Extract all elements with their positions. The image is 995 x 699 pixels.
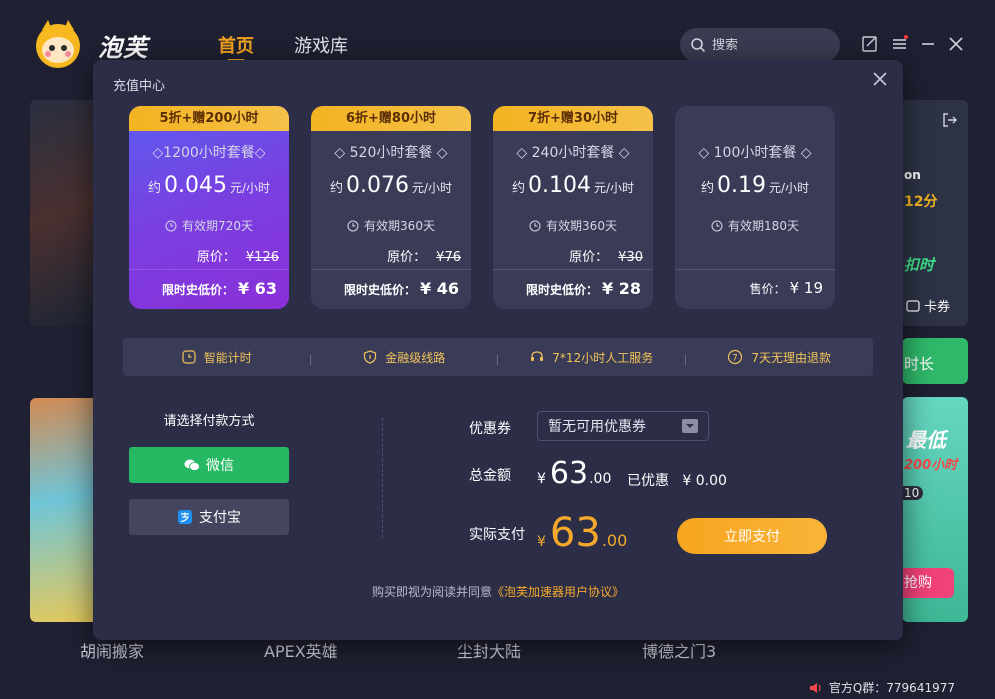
chevron-down-icon xyxy=(682,419,698,433)
game-title[interactable]: APEX英雄 xyxy=(264,638,338,662)
coupon-select[interactable]: 暂无可用优惠券 xyxy=(537,411,709,441)
divider xyxy=(311,269,471,270)
timer-icon xyxy=(182,350,196,364)
shield-icon xyxy=(364,350,377,364)
close-window-icon[interactable] xyxy=(946,34,966,54)
modal-title: 充值中心 xyxy=(113,79,166,94)
actual-pay-amount: ¥63.00 xyxy=(537,510,628,556)
logo-icon xyxy=(36,20,80,68)
package-badge: 5折+赠200小时 xyxy=(129,106,289,131)
package-card-520h[interactable]: 6折+赠80小时 ◇ 520小时套餐 ◇ 约 0.076 元/小时 有效期360天 … xyxy=(311,106,471,309)
clock-icon xyxy=(347,220,359,231)
features-bar: 智能计时 金融级线路 7*12小时人工服务 7 7天无理由退款 xyxy=(123,338,873,376)
coupon-icon xyxy=(906,299,920,312)
game-title[interactable]: 胡闹搬家 xyxy=(80,638,144,662)
game-title[interactable]: 博德之门3 xyxy=(642,638,716,662)
package-card-100h[interactable]: ◇ 100小时套餐 ◇ 约 0.19 元/小时 有效期180天 售价： ¥ 19 xyxy=(675,106,835,309)
clock-icon xyxy=(711,220,723,231)
package-card-1200h[interactable]: 5折+赠200小时 ◇1200小时套餐◇ 约 0.045 元/小时 有效期720天 … xyxy=(129,106,289,309)
sale-price: 限时史低价： ¥ 28 xyxy=(526,279,641,298)
package-name: ◇ 240小时套餐 ◇ xyxy=(516,145,630,161)
game-card-tile[interactable] xyxy=(30,398,100,622)
clock-icon xyxy=(165,220,177,231)
search-input[interactable] xyxy=(712,37,822,53)
app-name: 泡芙 xyxy=(98,34,148,62)
package-rate: 约 0.19 元/小时 xyxy=(700,173,810,198)
package-rate: 约 0.045 元/小时 xyxy=(147,173,271,198)
package-badge: 7折+赠30小时 xyxy=(493,106,653,131)
package-validity: 有效期720天 xyxy=(129,217,289,234)
total-amount: ¥63.00 xyxy=(537,456,612,491)
promo-buy-button[interactable]: 抢购 xyxy=(902,568,954,598)
divider xyxy=(382,418,383,538)
original-price: 原价： ¥30 xyxy=(569,250,643,265)
actual-pay-label: 实际支付 xyxy=(469,527,525,543)
feature-refund: 7 7天无理由退款 xyxy=(686,349,874,366)
sale-price: 限时史低价： ¥ 46 xyxy=(344,279,459,298)
divider xyxy=(675,269,835,270)
side-panel-tile xyxy=(902,100,968,326)
coupon-entry-label: 卡券 xyxy=(924,300,951,315)
promo-sub: 200小时 xyxy=(904,458,958,473)
package-card-240h[interactable]: 7折+赠30小时 ◇ 240小时套餐 ◇ 约 0.104 元/小时 有效期360天 … xyxy=(493,106,653,309)
close-icon[interactable] xyxy=(871,70,889,88)
svg-text:7: 7 xyxy=(733,354,739,364)
banner-line2: 12分 xyxy=(904,194,938,210)
divider xyxy=(129,269,289,270)
speaker-icon xyxy=(809,682,821,693)
qq-group-text: 官方Q群：779641977 xyxy=(828,681,955,695)
feature-smart-timing: 智能计时 xyxy=(123,349,311,366)
sale-price: 限时史低价： ¥ 63 xyxy=(162,279,277,298)
package-validity: 有效期360天 xyxy=(493,217,653,234)
recharge-modal: 充值中心 5折+赠200小时 ◇1200小时套餐◇ 约 0.045 元/小时 有效期… xyxy=(93,60,903,640)
banner-line1: on xyxy=(904,168,921,182)
promo-num: 10 xyxy=(902,486,924,500)
logout-icon[interactable] xyxy=(942,112,958,128)
wechat-pay-button[interactable]: 微信 xyxy=(129,447,289,483)
tab-home[interactable]: 首页 xyxy=(218,32,254,63)
total-label: 总金额 xyxy=(469,468,511,484)
coupon-label: 优惠券 xyxy=(469,421,511,437)
menu-icon[interactable] xyxy=(890,34,910,54)
package-name: ◇1200小时套餐◇ xyxy=(152,145,266,161)
original-price: 原价： ¥76 xyxy=(387,250,461,265)
package-badge: 6折+赠80小时 xyxy=(311,106,471,131)
discount-amount: 已优惠 ¥ 0.00 xyxy=(627,473,727,489)
game-title[interactable]: 尘封大陆 xyxy=(457,638,521,662)
search-box[interactable] xyxy=(680,28,840,62)
package-rate: 约 0.104 元/小时 xyxy=(511,173,635,198)
sale-price: 售价： ¥ 19 xyxy=(749,279,823,297)
alipay-icon xyxy=(178,510,192,524)
banner-line3: 扣时 xyxy=(904,256,935,274)
side-button-label: 时长 xyxy=(904,355,935,373)
agreement-text: 购买即视为阅读并同意 xyxy=(371,585,492,599)
package-validity: 有效期180天 xyxy=(675,217,835,234)
qq-group[interactable]: 官方Q群：779641977 xyxy=(809,679,955,696)
notes-icon[interactable] xyxy=(860,34,880,54)
minimize-icon[interactable] xyxy=(918,34,938,54)
package-name: ◇ 100小时套餐 ◇ xyxy=(698,145,812,161)
alipay-button[interactable]: 支付宝 xyxy=(129,499,289,535)
feature-finance-line: 金融级线路 xyxy=(311,349,499,366)
seven-days-icon: 7 xyxy=(728,349,743,365)
package-rate: 约 0.076 元/小时 xyxy=(329,173,453,198)
headset-icon xyxy=(531,351,544,361)
wechat-icon xyxy=(184,459,200,471)
agreement-link[interactable]: 《泡芙加速器用户协议》 xyxy=(492,585,624,599)
original-price: 原价： ¥126 xyxy=(196,250,279,265)
package-validity: 有效期360天 xyxy=(311,217,471,234)
divider xyxy=(493,269,653,270)
coupon-select-value: 暂无可用优惠券 xyxy=(548,419,646,435)
search-icon xyxy=(691,38,706,53)
package-name: ◇ 520小时套餐 ◇ xyxy=(334,145,448,161)
agreement-notice: 购买即视为阅读并同意《泡芙加速器用户协议》 xyxy=(93,583,903,600)
promo-title: 最低 xyxy=(906,428,946,452)
clock-icon xyxy=(529,220,541,231)
coupon-entry[interactable]: 卡券 xyxy=(906,296,950,315)
feature-support: 7*12小时人工服务 xyxy=(498,349,686,366)
pay-now-button[interactable]: 立即支付 xyxy=(677,518,827,554)
payment-method-label: 请选择付款方式 xyxy=(163,414,255,429)
tab-game-library[interactable]: 游戏库 xyxy=(294,32,348,58)
banner-tile[interactable] xyxy=(30,100,100,326)
